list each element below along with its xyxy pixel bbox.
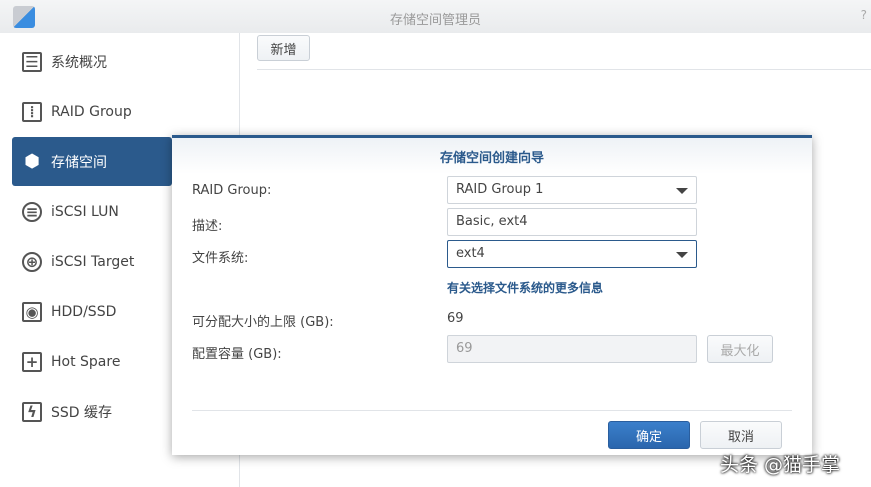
add-button[interactable]: 新增 [257,35,310,61]
raid-group-label: RAID Group: [192,183,272,198]
disk-icon: ◉ [22,301,42,322]
overview-icon: ☰ [22,51,42,72]
capacity-input[interactable]: 69 [447,335,697,363]
bolt-icon: ϟ [22,401,42,422]
max-size-label: 可分配大小的上限 (GB): [192,315,334,330]
sidebar-item-overview[interactable]: ☰ 系统概况 [12,37,172,86]
watermark: 头条 @猫手掌 [720,454,841,476]
sidebar-item-label: SSD 缓存 [51,404,113,421]
sidebar-item-label: RAID Group [51,103,132,120]
filesystem-info-link[interactable]: 有关选择文件系统的更多信息 [447,279,603,296]
plus-icon: + [22,351,42,372]
raid-icon: ⦙ [22,101,42,122]
sidebar-item-label: 存储空间 [51,154,107,171]
sidebar-item-label: Hot Spare [51,353,121,370]
cancel-button[interactable]: 取消 [700,421,782,449]
raid-group-value: RAID Group 1 [456,182,544,197]
sidebar-item-ssd-cache[interactable]: ϟ SSD 缓存 [12,387,172,436]
database-icon: ≡ [22,201,42,222]
filesystem-label: 文件系统: [192,251,249,266]
ok-button[interactable]: 确定 [608,421,690,449]
sidebar-item-iscsi-target[interactable]: ⊕ iSCSI Target [12,237,172,286]
maximize-button[interactable]: 最大化 [707,335,773,363]
raid-group-select[interactable]: RAID Group 1 [447,176,697,204]
chevron-down-icon [676,252,688,258]
sidebar-item-raid-group[interactable]: ⦙ RAID Group [12,87,172,136]
filesystem-select[interactable]: ext4 [447,240,697,268]
volume-wizard-dialog: 存储空间创建向导 RAID Group: RAID Group 1 描述: Ba… [172,135,812,455]
filesystem-value: ext4 [456,246,485,261]
capacity-label: 配置容量 (GB): [192,347,282,362]
sidebar-item-iscsi-lun[interactable]: ≡ iSCSI LUN [12,187,172,236]
sidebar-item-hot-spare[interactable]: + Hot Spare [12,337,172,386]
sidebar-item-label: iSCSI LUN [51,203,119,220]
window-title: 存储空间管理员 [389,13,481,28]
sidebar-item-label: HDD/SSD [51,303,117,320]
cubes-icon: ⬢ [24,151,40,172]
max-size-value: 69 [447,311,464,326]
toolbar: 新增 [257,35,310,61]
description-label: 描述: [192,219,223,234]
title-bar: 存储空间管理员 ? [0,0,871,33]
divider [192,410,792,411]
dialog-title: 存储空间创建向导 [172,138,812,174]
chevron-down-icon [676,188,688,194]
sidebar-item-hdd-ssd[interactable]: ◉ HDD/SSD [12,287,172,336]
sidebar-item-label: iSCSI Target [51,253,135,270]
globe-icon: ⊕ [22,251,42,272]
help-icon[interactable]: ? [861,8,867,22]
sidebar-item-label: 系统概况 [51,54,107,71]
divider [257,69,871,70]
description-input[interactable]: Basic, ext4 [447,208,697,236]
sidebar-item-volume[interactable]: ⬢ 存储空间 [12,137,172,186]
